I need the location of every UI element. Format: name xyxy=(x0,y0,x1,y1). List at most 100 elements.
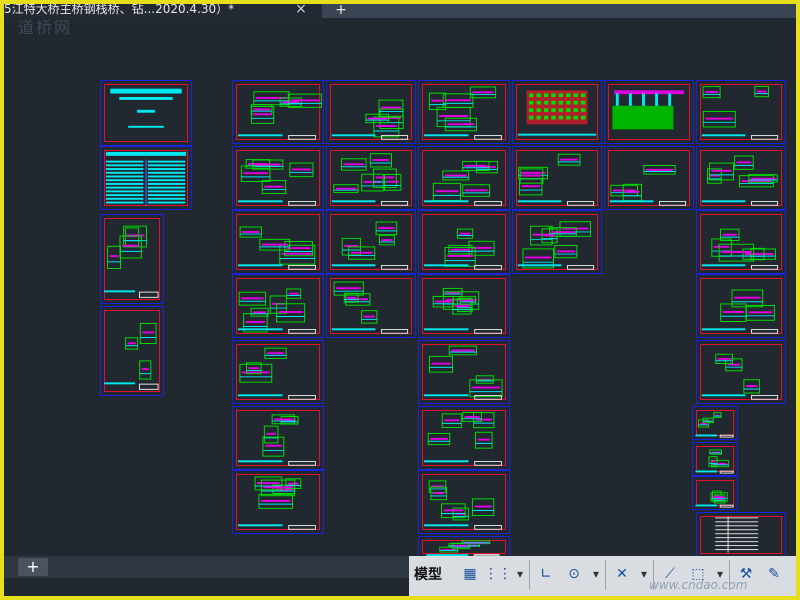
dropdown-icon[interactable]: ▾ xyxy=(589,560,603,588)
sheet-content xyxy=(423,160,502,206)
sheet-content xyxy=(110,88,182,128)
drawing-sheet[interactable] xyxy=(232,80,324,144)
sheet-content xyxy=(695,490,734,508)
separator xyxy=(729,560,730,590)
drawing-sheet[interactable] xyxy=(692,406,738,440)
drawing-sheet[interactable] xyxy=(326,210,416,274)
sheet-content xyxy=(423,287,502,334)
drawing-sheet[interactable] xyxy=(418,536,510,558)
osnap-icon[interactable]: ✕ xyxy=(609,560,635,588)
drawing-sheet[interactable] xyxy=(100,146,192,210)
drawing-sheet[interactable] xyxy=(512,80,602,144)
drawing-sheet[interactable] xyxy=(100,306,164,396)
sheet-content xyxy=(426,540,500,557)
dropdown-icon[interactable]: ▾ xyxy=(713,560,727,588)
sheet-content xyxy=(517,221,595,270)
sheet-content xyxy=(104,322,159,390)
sheet-content xyxy=(517,90,597,136)
sheet-content xyxy=(237,476,316,530)
drawing-sheet[interactable] xyxy=(696,210,786,274)
sheet-content xyxy=(612,90,684,130)
drawing-sheet[interactable] xyxy=(232,470,324,534)
grid-icon[interactable]: ▦ xyxy=(457,560,483,588)
annotation-icon[interactable]: ⟋ xyxy=(657,560,683,588)
sheet-content xyxy=(104,225,159,298)
dropdown-icon[interactable]: ▾ xyxy=(637,560,651,588)
model-space-button[interactable]: 模型 xyxy=(414,564,442,584)
sheet-content xyxy=(423,411,502,466)
drawing-sheet[interactable] xyxy=(232,146,324,210)
drawing-sheet[interactable] xyxy=(418,274,510,338)
sheet-content xyxy=(237,91,322,140)
sheet-content xyxy=(331,221,409,270)
sheet-content xyxy=(105,151,187,206)
separator xyxy=(653,560,654,590)
drawing-sheet[interactable] xyxy=(100,214,164,304)
drawing-sheet[interactable] xyxy=(418,210,510,274)
sheet-content xyxy=(715,516,759,553)
drawing-sheet[interactable] xyxy=(696,80,786,144)
status-bar: 模型 www.cndao.com ▦ ⋮⋮ ▾ ∟ ⊙ ▾ ✕ ▾ ⟋ ⬚ ▾ ⚒ ✎ xyxy=(409,556,796,596)
drawing-sheet[interactable] xyxy=(418,470,510,534)
sheet-content xyxy=(331,281,409,334)
annoscale-icon[interactable]: ⚒ xyxy=(733,560,759,588)
sheet-content xyxy=(331,99,409,140)
drawing-sheet[interactable] xyxy=(692,476,738,510)
snap-icon[interactable]: ⋮⋮ xyxy=(484,560,512,588)
drawing-sheet[interactable] xyxy=(232,210,324,274)
drawing-sheet[interactable] xyxy=(692,442,738,476)
drawing-sheet[interactable] xyxy=(604,80,694,144)
sheet-content xyxy=(701,353,779,400)
drawing-sheet[interactable] xyxy=(232,340,324,404)
sheet-content xyxy=(701,228,779,270)
autocad-window: 5江特大桥主桥钢栈桥、钻...2020.4.30）* × + 道桥网 + 模型 … xyxy=(4,4,796,596)
drawing-sheet[interactable] xyxy=(512,146,602,210)
polar-icon[interactable]: ⊙ xyxy=(561,560,587,588)
drawing-sheet[interactable] xyxy=(326,146,416,210)
separator xyxy=(529,560,530,590)
drawing-sheet[interactable] xyxy=(604,146,694,210)
drawing-sheet[interactable] xyxy=(100,80,192,146)
sheet-content xyxy=(423,228,502,270)
drawing-canvas[interactable] xyxy=(4,18,796,558)
sheet-content xyxy=(237,226,316,270)
sheet-content xyxy=(701,289,779,334)
sheet-content xyxy=(423,480,502,530)
sheet-content xyxy=(237,414,316,466)
sheet-content xyxy=(331,153,409,206)
close-icon[interactable]: × xyxy=(294,4,308,16)
separator xyxy=(605,560,606,590)
drawing-sheet[interactable] xyxy=(232,274,324,338)
new-tab-button[interactable]: + xyxy=(329,4,353,18)
sheet-content xyxy=(237,347,316,400)
selection-icon[interactable]: ⬚ xyxy=(685,560,711,588)
drawing-sheet[interactable] xyxy=(418,80,510,144)
drawing-sheet[interactable] xyxy=(696,512,786,558)
drawing-sheet[interactable] xyxy=(232,406,324,470)
sheet-content xyxy=(695,412,734,438)
drawing-sheet[interactable] xyxy=(326,80,416,144)
drawing-sheet[interactable] xyxy=(512,210,602,274)
drawing-sheet[interactable] xyxy=(418,146,510,210)
sheet-content xyxy=(695,449,734,474)
dropdown-icon[interactable]: ▾ xyxy=(513,560,527,588)
settings-icon[interactable]: ✎ xyxy=(761,560,787,588)
sheet-content xyxy=(517,153,595,206)
sheet-content xyxy=(423,345,503,400)
drawing-sheet[interactable] xyxy=(326,274,416,338)
drawing-sheet[interactable] xyxy=(696,146,786,210)
drawing-sheet[interactable] xyxy=(418,340,510,404)
sheet-content xyxy=(609,164,687,206)
sheet-content xyxy=(701,85,779,140)
sheet-content xyxy=(237,288,316,334)
drawing-sheet[interactable] xyxy=(418,406,510,470)
ortho-icon[interactable]: ∟ xyxy=(533,560,559,588)
bottom-area: + 模型 www.cndao.com ▦ ⋮⋮ ▾ ∟ ⊙ ▾ ✕ ▾ ⟋ ⬚ ▾ ⚒ ✎ xyxy=(4,556,796,596)
drawing-sheet[interactable] xyxy=(696,340,786,404)
drawing-sheet[interactable] xyxy=(696,274,786,338)
sheet-content xyxy=(423,86,502,140)
file-tab-bar: 5江特大桥主桥钢栈桥、钻...2020.4.30）* × + xyxy=(4,4,796,18)
add-layout-button[interactable]: + xyxy=(18,558,48,576)
sheet-content xyxy=(701,155,779,206)
sheet-content xyxy=(237,159,316,206)
